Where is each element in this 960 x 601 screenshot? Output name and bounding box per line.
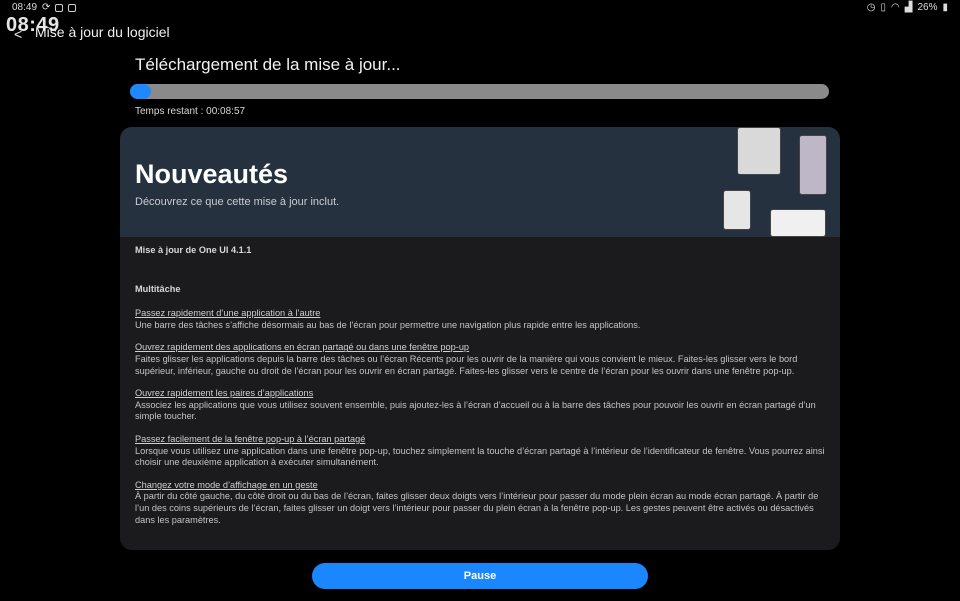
feature-item: Changez votre mode d’affichage en un ges… (135, 480, 825, 526)
feature-description: À partir du côté gauche, du côté droit o… (135, 491, 819, 525)
battery-icon: ▮ (942, 2, 948, 13)
feature-title: Ouvrez rapidement des applications en éc… (135, 342, 470, 353)
wifi-icon: ◠ (891, 2, 900, 13)
feature-title: Passez rapidement d’une application à l’… (135, 308, 321, 319)
feature-title: Ouvrez rapidement les paires d’applicati… (135, 388, 314, 399)
notification-icon (68, 3, 77, 12)
version-heading: Mise à jour de One UI 4.1.1 (135, 245, 252, 255)
download-title: Téléchargement de la mise à jour... (135, 55, 401, 74)
vibrate-icon: ▯ (880, 2, 887, 13)
back-arrow-icon[interactable]: < (14, 26, 22, 42)
feature-item: Ouvrez rapidement des applications en éc… (135, 342, 825, 377)
laptop-illustration (723, 190, 751, 230)
feature-title: Passez facilement de la fenêtre pop-up à… (135, 433, 366, 444)
battery-level: 26% (917, 2, 938, 13)
whats-new-banner: Nouveautés Découvrez ce que cette mise à… (120, 127, 840, 237)
sync-icon: ⟳ (42, 2, 51, 13)
status-time: 08:49 (12, 2, 38, 13)
release-notes: Mise à jour de One UI 4.1.1 Multitâche P… (135, 245, 825, 537)
feature-title: Changez votre mode d’affichage en un ges… (135, 479, 318, 490)
pause-button[interactable]: Pause (312, 563, 648, 589)
feature-item: Passez facilement de la fenêtre pop-up à… (135, 434, 825, 469)
page-title: Mise à jour du logiciel (35, 24, 170, 40)
whats-new-title: Nouveautés (135, 159, 289, 189)
download-progress-bar (130, 84, 829, 99)
feature-item: Ouvrez rapidement les paires d’applicati… (135, 388, 825, 423)
signal-icon: ▟ (904, 2, 913, 13)
stylus-tablet-illustration (770, 209, 826, 237)
time-remaining: Temps restant : 00:08:57 (135, 106, 246, 117)
whats-new-card: Nouveautés Découvrez ce que cette mise à… (120, 127, 840, 550)
tablet-illustration (737, 127, 781, 175)
phone-illustration (799, 135, 827, 195)
feature-description: Lorsque vous utilisez une application da… (135, 445, 825, 468)
feature-description: Une barre des tâches s’affiche désormais… (135, 319, 641, 330)
alarm-icon: ◷ (866, 2, 876, 13)
feature-description: Associez les applications que vous utili… (135, 399, 816, 422)
feature-description: Faites glisser les applications depuis l… (135, 353, 798, 376)
section-heading: Multitâche (135, 283, 181, 294)
whats-new-subtitle: Découvrez ce que cette mise à jour inclu… (135, 196, 340, 208)
status-bar-right: ◷ ▯ ◠ ▟ 26% ▮ (867, 2, 948, 13)
download-progress-fill (130, 84, 151, 99)
status-bar-left: 08:49 ⟳ (12, 2, 77, 13)
feature-item: Passez rapidement d’une application à l’… (135, 308, 825, 331)
gallery-icon (55, 3, 64, 12)
